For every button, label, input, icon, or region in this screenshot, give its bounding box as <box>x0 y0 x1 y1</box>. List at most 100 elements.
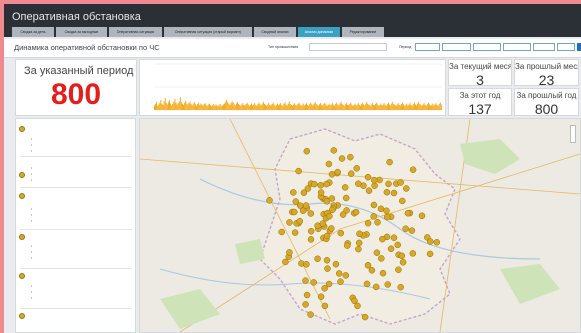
incident-marker-icon[interactable] <box>299 207 307 214</box>
incident-marker-icon[interactable] <box>397 179 404 186</box>
incident-marker-icon[interactable] <box>332 260 340 268</box>
incident-marker-icon[interactable] <box>364 219 372 227</box>
incident-marker-icon[interactable] <box>371 176 378 184</box>
incident-marker-icon[interactable] <box>426 250 434 258</box>
incident-marker-icon[interactable] <box>290 189 297 196</box>
incident-marker-icon[interactable] <box>409 166 417 173</box>
incident-marker-icon[interactable] <box>325 280 333 288</box>
incident-marker-icon[interactable] <box>354 302 361 310</box>
incident-marker-icon[interactable] <box>403 185 410 192</box>
incident-marker-icon[interactable] <box>364 262 372 269</box>
incident-marker-icon[interactable] <box>404 209 412 217</box>
incident-marker-icon[interactable] <box>302 277 309 284</box>
incident-marker-icon[interactable] <box>395 266 402 273</box>
incident-marker-icon[interactable] <box>383 207 390 215</box>
tab-weekend-summary[interactable]: Сводка за выходные <box>56 27 107 37</box>
incident-marker-icon[interactable] <box>355 180 362 187</box>
period-button[interactable] <box>503 43 531 51</box>
list-item[interactable] <box>16 271 135 307</box>
incident-marker-icon[interactable] <box>356 230 363 238</box>
incident-marker-icon[interactable] <box>335 270 343 277</box>
incident-marker-icon[interactable] <box>353 165 360 172</box>
incident-marker-icon[interactable] <box>307 236 315 243</box>
incident-marker-icon[interactable] <box>387 245 395 253</box>
incident-marker-icon[interactable] <box>386 158 393 166</box>
incident-marker-icon[interactable] <box>311 180 318 188</box>
incident-marker-icon[interactable] <box>377 205 385 213</box>
incident-marker-icon[interactable] <box>402 225 409 232</box>
map-canvas[interactable] <box>140 119 580 332</box>
incident-marker-icon[interactable] <box>314 255 321 263</box>
incident-marker-icon[interactable] <box>368 267 376 274</box>
incident-marker-icon[interactable] <box>379 269 387 277</box>
incident-marker-icon[interactable] <box>384 281 392 288</box>
incident-marker-icon[interactable] <box>326 212 333 220</box>
incident-marker-icon[interactable] <box>286 219 293 226</box>
incident-marker-icon[interactable] <box>339 211 347 218</box>
incident-marker-icon[interactable] <box>291 229 299 236</box>
list-item[interactable] <box>16 124 135 158</box>
incident-marker-icon[interactable] <box>303 261 310 268</box>
incident-marker-icon[interactable] <box>394 241 401 249</box>
map-panel[interactable] <box>139 118 581 333</box>
incident-marker-icon[interactable] <box>330 147 338 154</box>
period-button-active[interactable] <box>577 43 581 51</box>
tab-operational-situation[interactable]: Оперативная ситуация <box>109 27 162 37</box>
incident-marker-icon[interactable] <box>397 283 404 291</box>
incident-marker-icon[interactable] <box>370 201 378 209</box>
incident-marker-icon[interactable] <box>323 257 331 264</box>
incident-marker-icon[interactable] <box>418 212 426 220</box>
incident-marker-icon[interactable] <box>334 168 341 176</box>
period-button[interactable] <box>473 43 501 51</box>
incident-marker-icon[interactable] <box>347 153 354 161</box>
incident-marker-icon[interactable] <box>342 194 350 202</box>
incident-marker-icon[interactable] <box>307 311 314 318</box>
incident-marker-icon[interactable] <box>390 234 398 241</box>
incident-marker-icon[interactable] <box>385 180 392 188</box>
incident-marker-icon[interactable] <box>323 180 330 188</box>
incident-marker-icon[interactable] <box>286 249 293 256</box>
incident-marker-icon[interactable] <box>324 265 331 272</box>
incident-marker-icon[interactable] <box>321 285 328 292</box>
incident-marker-icon[interactable] <box>399 259 407 266</box>
period-button[interactable] <box>533 43 555 51</box>
incident-marker-icon[interactable] <box>307 210 315 217</box>
incident-marker-icon[interactable] <box>295 167 302 175</box>
tab-operational-situation-old[interactable]: Оперативная ситуация (старый вариант) <box>164 27 252 37</box>
incident-marker-icon[interactable] <box>266 197 273 204</box>
incident-marker-icon[interactable] <box>364 173 372 181</box>
list-item[interactable] <box>16 311 135 332</box>
incident-marker-icon[interactable] <box>291 208 298 216</box>
incident-marker-icon[interactable] <box>399 197 406 205</box>
incident-marker-icon[interactable] <box>398 252 406 260</box>
incident-marker-icon[interactable] <box>352 208 360 216</box>
incident-marker-icon[interactable] <box>300 189 308 196</box>
incident-marker-icon[interactable] <box>355 245 362 253</box>
list-item[interactable] <box>16 191 135 229</box>
incident-marker-icon[interactable] <box>347 170 355 177</box>
incident-marker-icon[interactable] <box>338 155 346 162</box>
incident-marker-icon[interactable] <box>379 235 386 243</box>
incident-marker-icon[interactable] <box>323 232 331 240</box>
incident-marker-icon[interactable] <box>307 227 315 235</box>
tab-dynamics-analysis[interactable]: Анализ динамики <box>298 27 340 37</box>
incident-marker-icon[interactable] <box>372 283 380 291</box>
tab-summary-analysis[interactable]: Сводный анализ <box>254 27 296 37</box>
incident-marker-icon[interactable] <box>317 189 325 196</box>
incident-list[interactable] <box>15 118 136 333</box>
incident-marker-icon[interactable] <box>337 278 344 285</box>
period-button[interactable] <box>557 43 575 51</box>
incident-marker-icon[interactable] <box>370 213 377 220</box>
incident-marker-icon[interactable] <box>323 198 331 205</box>
tab-editing[interactable]: Редактирование <box>342 27 384 37</box>
incident-type-select[interactable] <box>309 43 387 51</box>
incident-marker-icon[interactable] <box>373 249 381 256</box>
incident-marker-icon[interactable] <box>278 228 285 236</box>
incident-marker-icon[interactable] <box>317 293 325 300</box>
incident-marker-icon[interactable] <box>325 160 333 168</box>
incident-marker-icon[interactable] <box>383 188 391 196</box>
incident-marker-icon[interactable] <box>355 239 363 247</box>
period-button[interactable] <box>442 43 471 51</box>
incident-marker-icon[interactable] <box>383 213 391 221</box>
incident-marker-icon[interactable] <box>282 258 289 266</box>
